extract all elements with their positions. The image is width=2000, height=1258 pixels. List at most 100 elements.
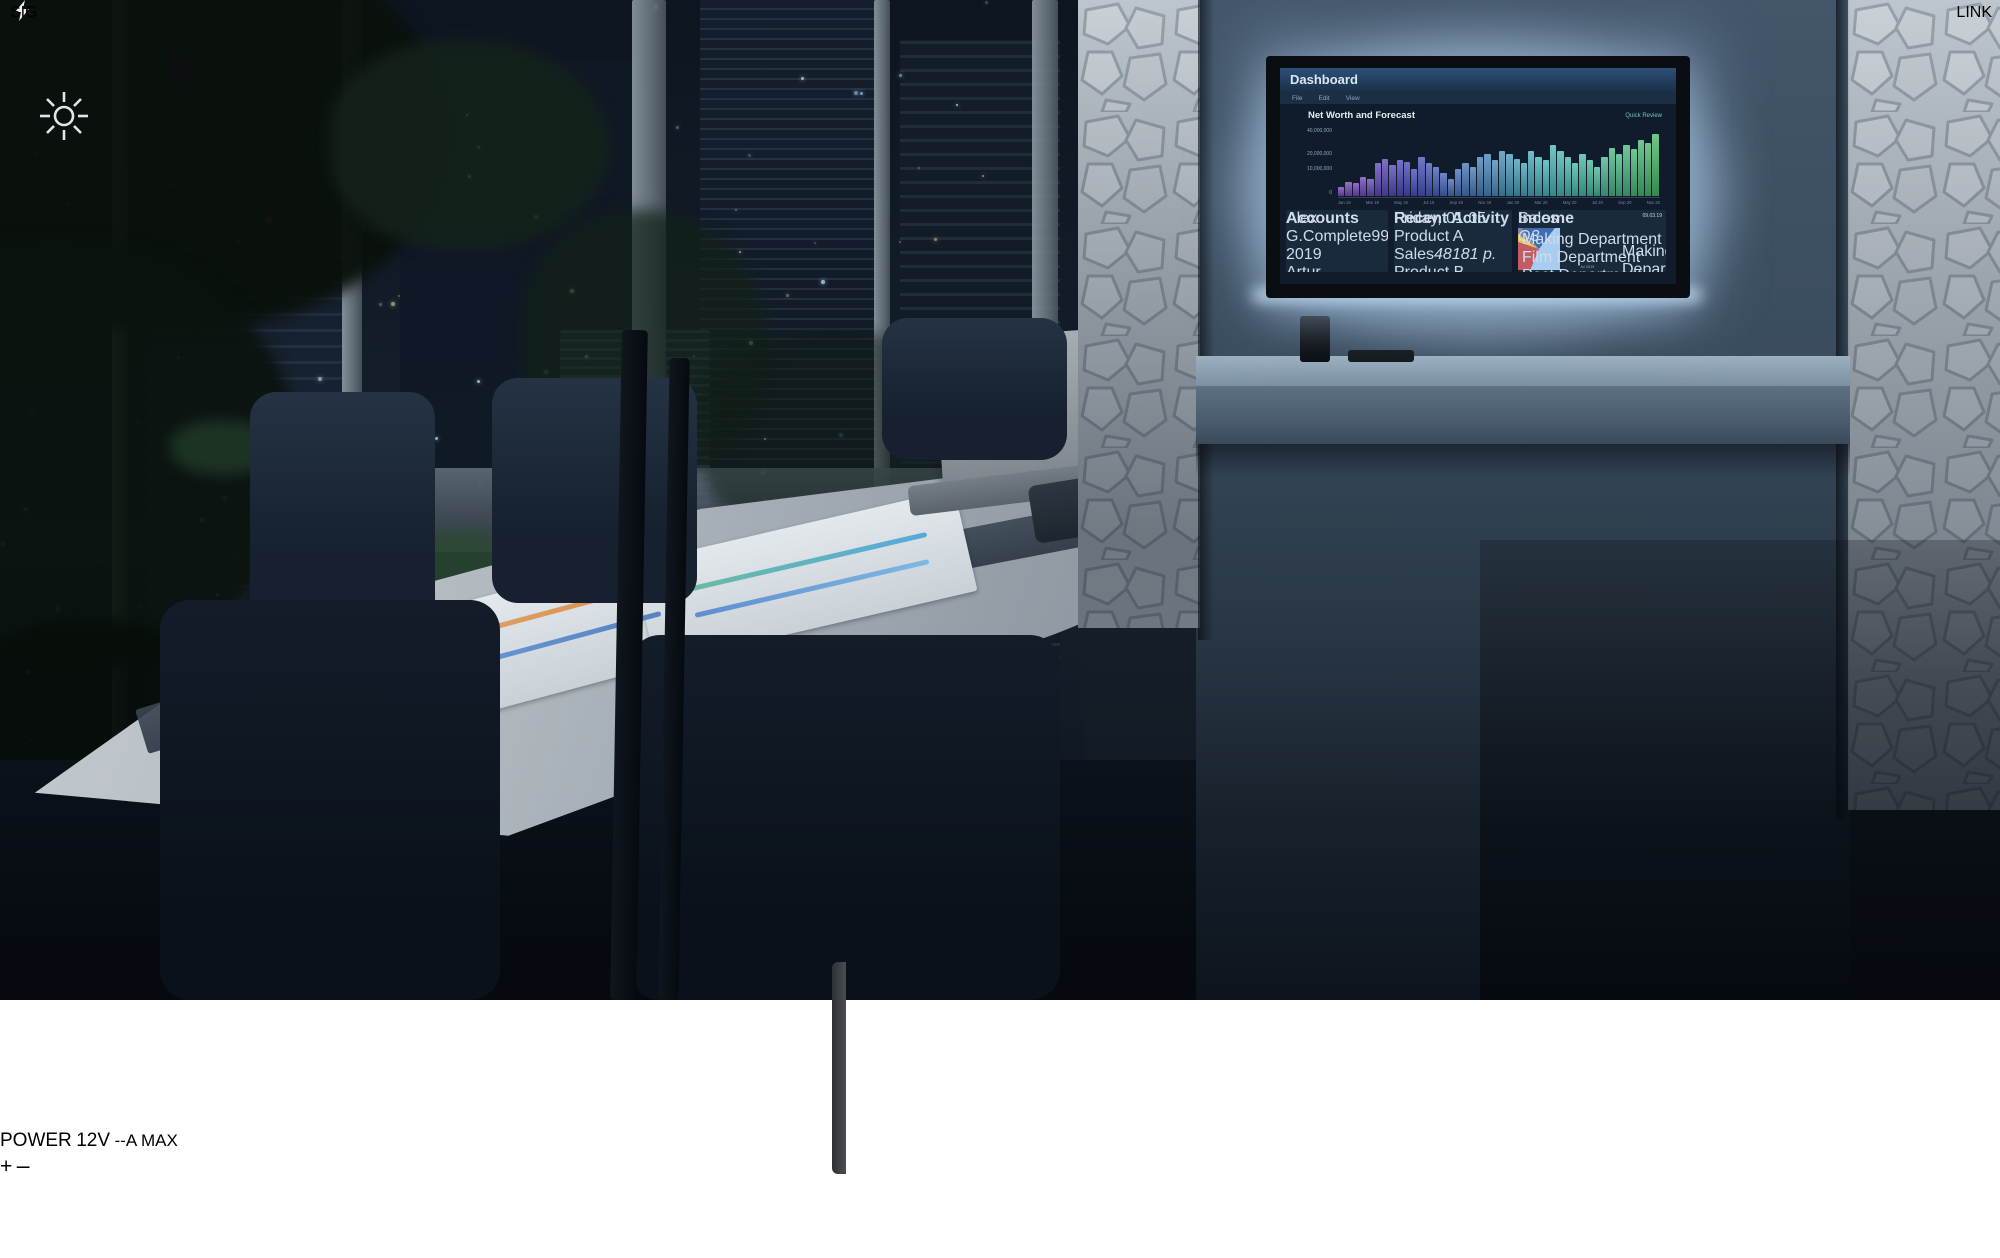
tv-chart-bar <box>1528 151 1534 196</box>
rear-device-left-edge <box>832 962 846 1174</box>
tv-chart-bar <box>1477 157 1483 196</box>
activity-header: Recent Activity <box>1394 210 1512 222</box>
y-axis-tick: 0 <box>1282 190 1332 196</box>
tv-chart-bar <box>1572 163 1578 196</box>
x-axis-tick: May 20 <box>1563 200 1577 205</box>
vent-slot-group <box>0 163 20 208</box>
tv-chart-bar <box>1455 169 1461 196</box>
accounts-header: Accounts <box>1286 210 1388 222</box>
tv-chart-bar <box>1499 151 1505 196</box>
rear-panel: POWER 12V --A MAX + – INPUTS UPI 100W PW… <box>0 1130 2000 1258</box>
vent-slot-group <box>0 898 26 949</box>
tv-chart-bar <box>1418 157 1424 196</box>
activity-row: Product B Sales78181 p. <box>1394 264 1512 272</box>
city-light <box>398 295 400 297</box>
ledge-shadow <box>1196 444 1850 478</box>
tv-chart-bar <box>1433 167 1439 196</box>
x-axis-tick: Jan 20 <box>1507 200 1520 205</box>
quick-review-link[interactable]: Quick Review <box>1625 113 1662 119</box>
vent-slot-group <box>0 990 26 1041</box>
menu-item[interactable]: Edit <box>1318 95 1329 102</box>
city-light <box>982 175 984 177</box>
city-light <box>379 303 382 306</box>
wall-ledge-top <box>1196 356 1850 386</box>
dashboard-titlebar: Dashboard <box>1280 68 1676 92</box>
power-amps-label: --A MAX <box>115 1131 178 1150</box>
income-date: 09.03.19 <box>1643 213 1662 219</box>
upi-tab <box>168 58 194 82</box>
plant-leaf <box>330 40 610 250</box>
product-scene: STORE <box>0 0 2000 1258</box>
sig-label: SIG <box>10 4 38 22</box>
tv-chart-bar <box>1652 134 1658 196</box>
power-light-icon <box>38 90 90 142</box>
panel-shading <box>1078 0 1200 628</box>
dashboard-menubar: File Edit View <box>1280 92 1676 104</box>
income-date2: Jul 2019 <box>1580 265 1594 269</box>
tv-chart-bar <box>1338 187 1344 196</box>
inputs-section-outline <box>0 1179 420 1258</box>
tv-chart-bar <box>1375 163 1381 196</box>
x-axis-tick: Jan 19 <box>1338 200 1351 205</box>
city-light <box>676 126 679 129</box>
wall-ledge-front <box>1196 386 1850 444</box>
x-axis-tick: Nov 19 <box>1478 200 1491 205</box>
account-row: Artur G.Complete81031pointsJul 2019 <box>1286 264 1388 272</box>
tv-chart-bar <box>1514 159 1520 196</box>
conference-room-photo: STORE <box>0 0 2000 1000</box>
networth-chart-title: Net Worth and Forecast <box>1308 110 1415 121</box>
accounts-title: Accounts <box>1286 210 1359 227</box>
city-light <box>391 302 395 306</box>
tv-chart-bar <box>1389 165 1395 196</box>
x-axis-tick: Mar 20 <box>1534 200 1547 205</box>
tv-chart-bar <box>1609 148 1615 196</box>
vent-slot-group <box>0 247 20 292</box>
tv-chart-bar <box>1550 145 1556 196</box>
menu-item[interactable]: View <box>1346 95 1360 102</box>
tv-chart-bar <box>1470 167 1476 196</box>
city-light <box>318 377 322 381</box>
city-light <box>748 154 751 157</box>
city-light <box>854 91 858 95</box>
recent-activity-panel: Recent Activity Friday, 01.05Product A S… <box>1394 210 1512 272</box>
city-light <box>786 294 789 297</box>
vent-slot-group <box>0 852 26 903</box>
tv-chart-bar <box>1645 143 1651 196</box>
office-chair <box>630 635 1060 1000</box>
tv-chart-bar <box>1360 177 1366 196</box>
tv-chart-bar <box>1587 160 1593 196</box>
operating-departments: Making DepartmentFilm DepartmentPost Dep… <box>1622 243 1666 272</box>
city-light <box>956 104 958 106</box>
city-light <box>477 380 480 383</box>
tv-chart-bar <box>1543 160 1549 196</box>
activity-row: Product A Sales48181 p. <box>1394 228 1512 264</box>
tv-chart-bar <box>1565 157 1571 196</box>
tv-chart-bar <box>1557 151 1563 196</box>
tv-chart-bar <box>1535 157 1541 196</box>
power-minus: – <box>17 1152 30 1178</box>
vent-slot-group <box>0 373 20 418</box>
city-light <box>934 238 937 241</box>
wall-dark-vignette <box>1480 540 2000 1000</box>
dashboard-screen: Dashboard File Edit View Net Worth and For… <box>1280 68 1676 284</box>
city-light <box>739 251 741 253</box>
income-panel: Income 09.03.19 Sales Making DepartmentF… <box>1518 210 1666 272</box>
phone-dock <box>1300 316 1330 362</box>
income-header: Income 09.03.19 <box>1518 210 1666 222</box>
tv-chart-bar <box>1440 173 1446 196</box>
vent-slot-group <box>0 944 26 995</box>
tv-chart-bar <box>1448 179 1454 196</box>
tv-chart-bar <box>1631 149 1637 196</box>
chart-baseline <box>1338 197 1660 198</box>
department-item: Making Department <box>1622 243 1666 272</box>
tv-chart-bar <box>1426 163 1432 196</box>
tv-chart-bar <box>1616 154 1622 196</box>
vent-slot-group <box>0 79 20 124</box>
tv-chart-bar <box>1601 157 1607 196</box>
activity-title: Recent Activity <box>1394 210 1509 227</box>
vent-slot-group <box>0 121 20 166</box>
menu-item[interactable]: File <box>1292 95 1302 102</box>
tv-chart-bar <box>1411 169 1417 196</box>
vent-slot-group <box>0 331 20 376</box>
tv-chart-bar <box>1506 154 1512 196</box>
